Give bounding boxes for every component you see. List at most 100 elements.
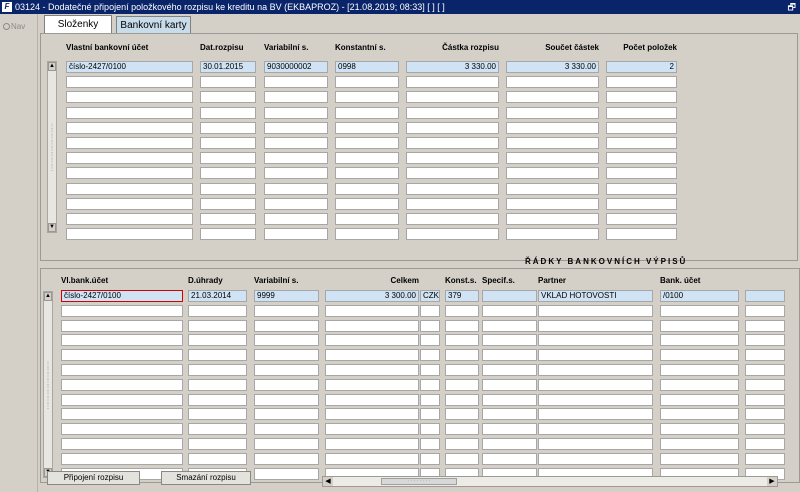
- table-cell[interactable]: [506, 121, 599, 134]
- table-cell[interactable]: [61, 349, 183, 362]
- table-cell[interactable]: [264, 76, 328, 89]
- table-cell[interactable]: [606, 213, 677, 225]
- table-cell[interactable]: [264, 182, 328, 195]
- table-cell[interactable]: [482, 304, 537, 317]
- table-cell[interactable]: [264, 137, 328, 149]
- table-cell[interactable]: [66, 182, 193, 195]
- table-cell[interactable]: [445, 423, 479, 436]
- table-cell[interactable]: [188, 334, 247, 347]
- table-cell[interactable]: [335, 167, 399, 180]
- table-cell[interactable]: [406, 228, 499, 241]
- table-cell[interactable]: [445, 304, 479, 317]
- table-cell[interactable]: [660, 438, 739, 450]
- table-cell[interactable]: [325, 304, 419, 317]
- table-cell[interactable]: [264, 152, 328, 165]
- table-cell[interactable]: [482, 393, 537, 406]
- table-cell[interactable]: [61, 334, 183, 347]
- table-cell[interactable]: [745, 349, 785, 362]
- table-cell[interactable]: [188, 423, 247, 436]
- table-cell[interactable]: [254, 438, 319, 450]
- vertical-scrollbar[interactable]: ▲⋮⋮⋮⋮⋮⋮⋮⋮▼: [47, 61, 57, 233]
- table-cell[interactable]: [188, 364, 247, 376]
- table-cell[interactable]: [61, 304, 183, 317]
- table-cell[interactable]: [445, 319, 479, 332]
- vertical-scrollbar[interactable]: ▲⋮⋮⋮⋮⋮⋮⋮⋮▼: [43, 291, 53, 478]
- table-cell[interactable]: [506, 76, 599, 89]
- table-cell[interactable]: [335, 182, 399, 195]
- table-cell[interactable]: [335, 91, 399, 104]
- table-cell[interactable]: [745, 438, 785, 450]
- table-cell[interactable]: [200, 213, 256, 225]
- table-cell[interactable]: [264, 228, 328, 241]
- table-cell[interactable]: [538, 334, 653, 347]
- table-cell[interactable]: [660, 319, 739, 332]
- table-cell[interactable]: [538, 393, 653, 406]
- table-cell[interactable]: [445, 393, 479, 406]
- table-cell[interactable]: VKLAD HOTOVOSTI: [538, 290, 653, 302]
- table-cell[interactable]: [606, 106, 677, 119]
- table-cell[interactable]: [406, 197, 499, 210]
- table-cell[interactable]: [745, 393, 785, 406]
- table-cell[interactable]: [538, 378, 653, 391]
- table-cell[interactable]: [335, 213, 399, 225]
- table-cell[interactable]: [420, 364, 440, 376]
- table-cell[interactable]: číslo-2427/0100: [61, 290, 183, 302]
- table-cell[interactable]: [538, 349, 653, 362]
- table-cell[interactable]: [606, 167, 677, 180]
- table-cell[interactable]: [660, 349, 739, 362]
- table-cell[interactable]: 9999: [254, 290, 319, 302]
- table-cell[interactable]: [445, 334, 479, 347]
- table-cell[interactable]: [325, 452, 419, 465]
- table-cell[interactable]: [420, 438, 440, 450]
- table-cell[interactable]: [188, 393, 247, 406]
- table-cell[interactable]: [506, 228, 599, 241]
- table-cell[interactable]: [606, 76, 677, 89]
- table-cell[interactable]: [200, 228, 256, 241]
- table-cell[interactable]: [254, 349, 319, 362]
- table-cell[interactable]: [66, 228, 193, 241]
- table-cell[interactable]: [482, 334, 537, 347]
- table-cell[interactable]: [200, 167, 256, 180]
- table-cell[interactable]: [420, 408, 440, 421]
- table-cell[interactable]: [406, 182, 499, 195]
- table-cell[interactable]: [200, 91, 256, 104]
- table-cell[interactable]: [538, 423, 653, 436]
- table-cell[interactable]: [406, 106, 499, 119]
- scroll-down-icon[interactable]: ▼: [48, 223, 56, 232]
- table-cell[interactable]: [264, 121, 328, 134]
- attach-breakdown-button[interactable]: Připojení rozpisu: [47, 471, 140, 485]
- tab-slozenky[interactable]: Složenky: [44, 15, 112, 33]
- table-cell[interactable]: 2: [606, 61, 677, 73]
- table-cell[interactable]: [335, 76, 399, 89]
- table-cell[interactable]: [66, 213, 193, 225]
- table-cell[interactable]: [66, 91, 193, 104]
- table-cell[interactable]: [66, 76, 193, 89]
- table-cell[interactable]: [335, 137, 399, 149]
- table-cell[interactable]: 21.03.2014: [188, 290, 247, 302]
- table-cell[interactable]: [406, 76, 499, 89]
- table-cell[interactable]: [61, 438, 183, 450]
- table-cell[interactable]: [254, 467, 319, 480]
- table-cell[interactable]: [482, 378, 537, 391]
- table-cell[interactable]: [66, 197, 193, 210]
- table-cell[interactable]: [660, 304, 739, 317]
- table-cell[interactable]: [506, 182, 599, 195]
- table-cell[interactable]: [335, 121, 399, 134]
- table-cell[interactable]: [335, 152, 399, 165]
- table-cell[interactable]: [420, 349, 440, 362]
- table-cell[interactable]: [482, 423, 537, 436]
- table-cell[interactable]: [445, 378, 479, 391]
- table-cell[interactable]: [406, 152, 499, 165]
- table-cell[interactable]: 3 300.00: [325, 290, 419, 302]
- table-cell[interactable]: [745, 334, 785, 347]
- table-cell[interactable]: [325, 408, 419, 421]
- table-cell[interactable]: [61, 378, 183, 391]
- table-cell[interactable]: [254, 304, 319, 317]
- table-cell[interactable]: [445, 452, 479, 465]
- table-cell[interactable]: [254, 452, 319, 465]
- table-cell[interactable]: [325, 334, 419, 347]
- table-cell[interactable]: [420, 378, 440, 391]
- table-cell[interactable]: [606, 228, 677, 241]
- table-cell[interactable]: [254, 378, 319, 391]
- table-cell[interactable]: [200, 76, 256, 89]
